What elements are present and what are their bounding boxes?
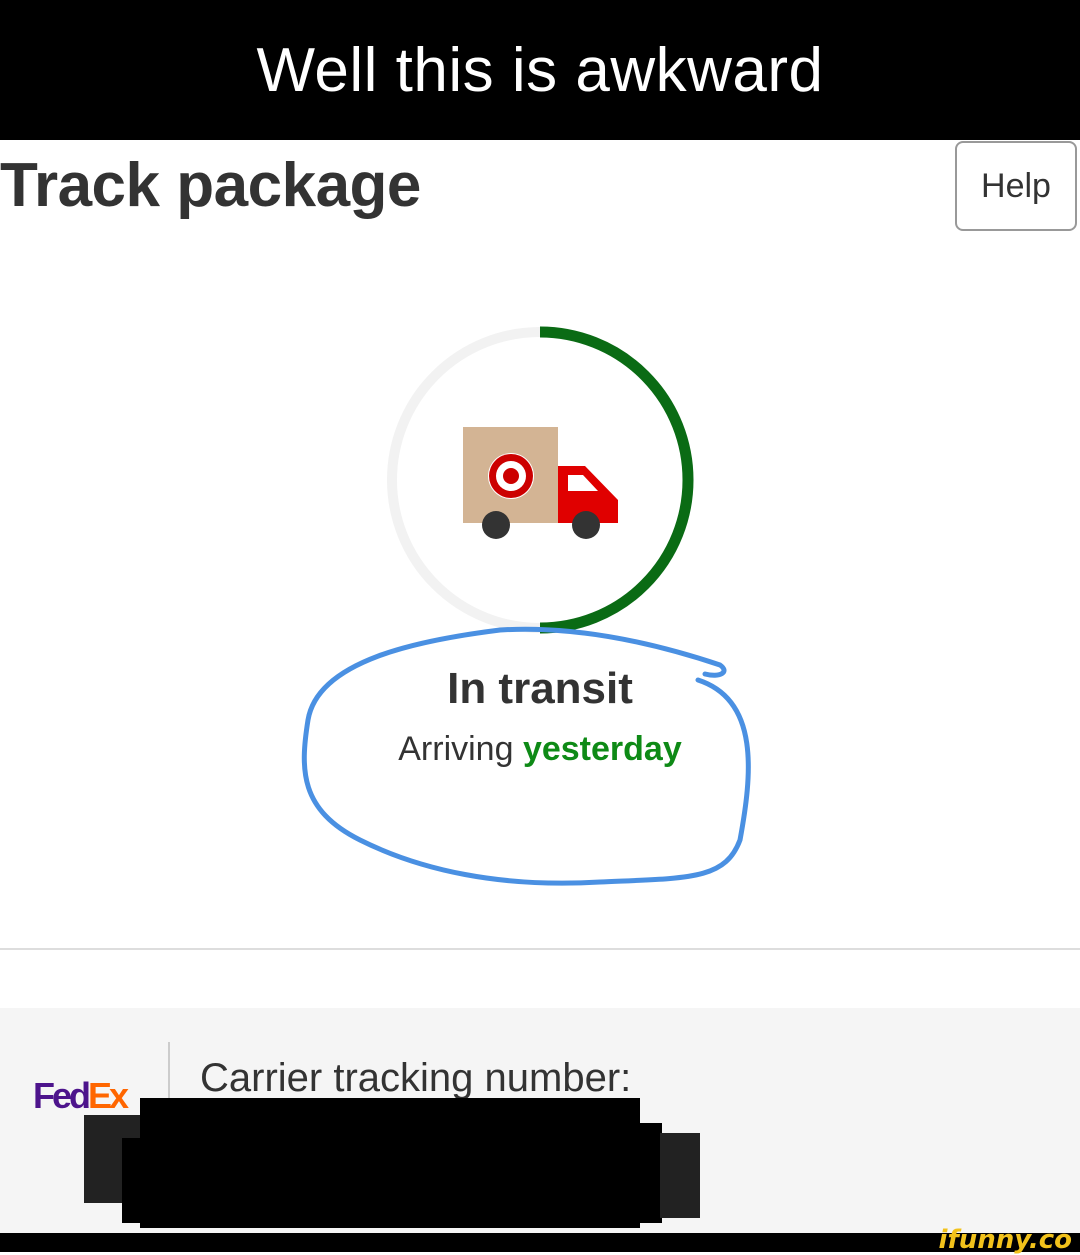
fedex-logo-fed: Fed xyxy=(33,1075,91,1116)
fedex-logo: FedEx xyxy=(33,1075,129,1117)
status-title: In transit xyxy=(447,664,633,713)
section-divider xyxy=(0,948,1080,950)
progress-ring xyxy=(387,326,694,634)
ifunny-watermark-text: ifunny.co xyxy=(938,1225,1072,1255)
meme-caption-bar: Well this is awkward xyxy=(0,0,1080,140)
meme-caption: Well this is awkward xyxy=(256,35,824,105)
ifunny-watermark: ifunny.co xyxy=(939,1225,1072,1255)
footer-bar xyxy=(0,1233,1080,1252)
delivery-truck-icon xyxy=(463,427,618,539)
arrival-prefix: Arriving xyxy=(398,730,514,768)
help-button[interactable]: Help xyxy=(955,141,1077,231)
page-title: Track package xyxy=(0,151,421,220)
fedex-logo-ex: Ex xyxy=(88,1075,129,1116)
tracking-number-label: Carrier tracking number: xyxy=(200,1056,632,1100)
arrival-value: yesterday xyxy=(522,730,682,768)
arrival-line: Arriving yesterday xyxy=(0,730,1080,769)
target-bullseye-icon xyxy=(488,453,534,499)
